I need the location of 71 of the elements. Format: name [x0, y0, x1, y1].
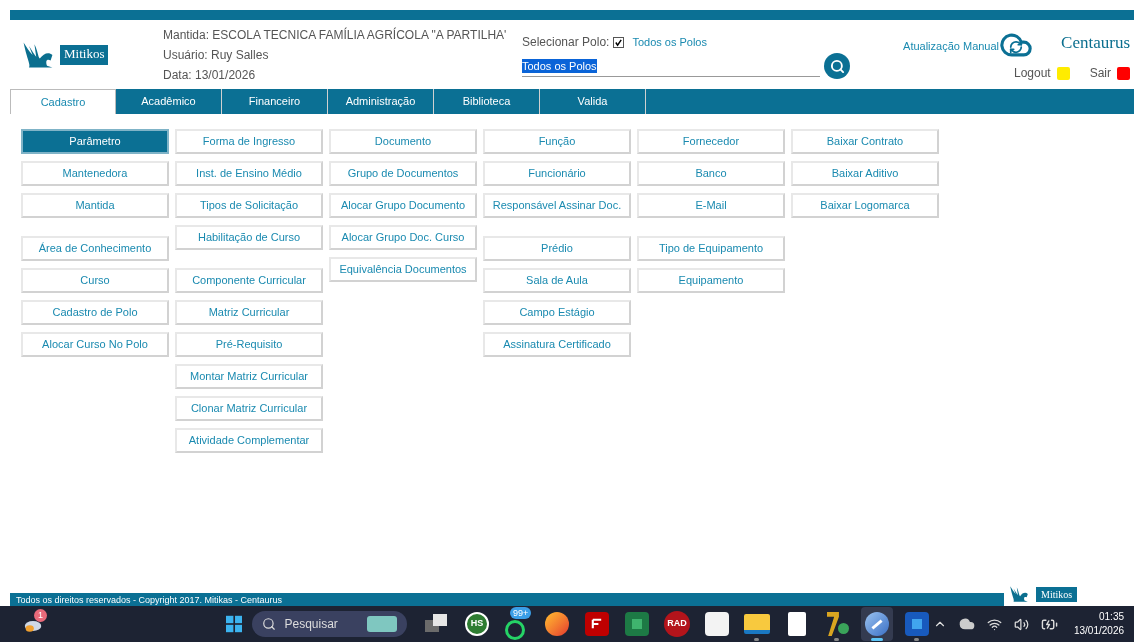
menu-button[interactable]: Sala de Aula	[483, 268, 631, 293]
pegasus-logo-icon	[1008, 584, 1030, 604]
checkbox[interactable]	[613, 36, 625, 48]
menu-button[interactable]: Matriz Curricular	[175, 300, 323, 325]
notification-badge: 1	[34, 609, 47, 622]
menu-button[interactable]: Funcionário	[483, 161, 631, 186]
copyright-text: Todos os direitos reservados - Copyright 2017. Mitikas - Centaurus	[16, 593, 283, 606]
menu-button[interactable]: Responsável Assinar Doc.	[483, 193, 631, 218]
menu-button[interactable]: Mantenedora	[21, 161, 169, 186]
weather-icon[interactable]	[24, 618, 43, 634]
menu-button[interactable]: Equivalência Documentos	[329, 257, 477, 282]
session-link[interactable]: Logout	[1013, 64, 1051, 82]
menu-button[interactable]: Alocar Grupo Documento	[329, 193, 477, 218]
file-icon[interactable]	[787, 612, 806, 636]
notification-badge: 99+	[509, 607, 532, 619]
menu-button[interactable]: Componente Curricular	[175, 268, 323, 293]
menu-button[interactable]: Mantida	[21, 193, 169, 218]
brand-logo: Mitikos	[60, 45, 109, 65]
menu-button[interactable]: Alocar Curso No Polo	[21, 332, 169, 357]
menu-button[interactable]: Prédio	[483, 236, 631, 261]
menu-button[interactable]: Função	[483, 129, 631, 154]
search-icon	[829, 58, 845, 74]
taskbar-search-field[interactable]: Pesquisar	[252, 611, 407, 637]
menu-button[interactable]: Assinatura Certificado	[483, 332, 631, 357]
menu-button[interactable]: Grupo de Documentos	[329, 161, 477, 186]
menu-button[interactable]: Pré-Requisito	[175, 332, 323, 357]
menu-button[interactable]: Inst. de Ensino Médio	[175, 161, 323, 186]
menu-button[interactable]: Alocar Grupo Doc. Curso	[329, 225, 477, 250]
menu-button[interactable]: Atividade Complementar	[175, 428, 323, 453]
start-icon[interactable]	[226, 614, 243, 634]
clock-date[interactable]: 13/01/2026	[1073, 624, 1124, 638]
polo-field[interactable]: Todos os Polos	[522, 55, 820, 77]
app-title: Centaurus	[1061, 32, 1130, 55]
search-button[interactable]	[824, 53, 850, 79]
cloud-icon[interactable]	[958, 616, 975, 632]
user-text: Usuário: Ruy Salles	[163, 47, 270, 64]
menu-button[interactable]: Forma de Ingresso	[175, 129, 323, 154]
volume-icon[interactable]	[1013, 616, 1029, 632]
wifi-icon[interactable]	[986, 616, 1002, 632]
manual-update-link[interactable]: Atualização Manual	[903, 37, 1000, 55]
menu-button[interactable]: Fornecedor	[637, 129, 785, 154]
menu-button[interactable]: Baixar Contrato	[791, 129, 939, 154]
task-view-icon[interactable]	[424, 614, 449, 634]
checkbox-label: Todos os Polos	[632, 34, 707, 50]
menu-button[interactable]: Documento	[329, 129, 477, 154]
clock-time[interactable]: 01:35	[1099, 610, 1124, 624]
polo-label: Selecionar Polo:	[522, 34, 610, 51]
search-icon	[262, 617, 277, 631]
menu-tab[interactable]: Cadastro	[10, 89, 116, 114]
menu-button[interactable]: Banco	[637, 161, 785, 186]
menu-button[interactable]: Curso	[21, 268, 169, 293]
menu-button[interactable]: Baixar Logomarca	[791, 193, 939, 218]
menu-button[interactable]: Área de Conhecimento	[21, 236, 169, 261]
brand-logo: Mitikos	[1036, 586, 1078, 602]
travel-icon	[366, 616, 397, 632]
folder-icon[interactable]	[743, 614, 770, 634]
menu-button[interactable]: Tipo de Equipamento	[637, 236, 785, 261]
menu-button[interactable]: E-Mail	[637, 193, 785, 218]
menu-button[interactable]: Tipos de Solicitação	[175, 193, 323, 218]
mantida-text: Mantida: ESCOLA TECNICA FAMÍLIA AGRÍCOLA "A PARTILHA'	[163, 26, 508, 44]
menu-button[interactable]: Cadastro de Polo	[21, 300, 169, 325]
menu-button[interactable]: Montar Matriz Curricular	[175, 364, 323, 389]
menu-button[interactable]: Baixar Aditivo	[791, 161, 939, 186]
menu-button[interactable]: Habilitação de Curso	[175, 225, 323, 250]
session-link[interactable]: Sair	[1089, 64, 1111, 82]
taskbar-slot[interactable]: 99+	[500, 607, 533, 641]
menu-button[interactable]: Parâmetro	[21, 129, 169, 154]
date-text: Data: 13/01/2026	[163, 67, 257, 84]
menu-button[interactable]: Equipamento	[637, 268, 785, 293]
menu-button[interactable]: Campo Estágio	[483, 300, 631, 325]
menu-button[interactable]: Clonar Matriz Curricular	[175, 396, 323, 421]
